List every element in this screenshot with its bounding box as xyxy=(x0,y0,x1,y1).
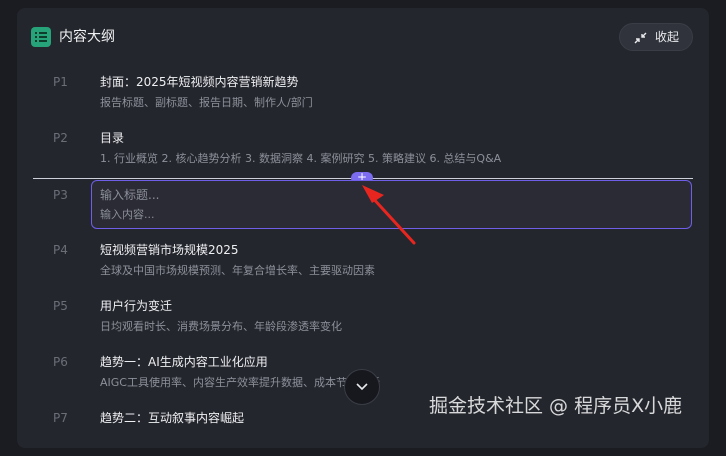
page-number: P4 xyxy=(53,243,68,257)
page-number: P6 xyxy=(53,355,68,369)
outline-item-p1[interactable]: P1 封面：2025年短视频内容营销新趋势 报告标题、副标题、报告日期、制作人/… xyxy=(17,70,709,120)
item-title: 趋势一：AI生成内容工业化应用 xyxy=(100,355,268,369)
content-input[interactable] xyxy=(100,207,500,223)
collapse-label: 收起 xyxy=(655,30,680,44)
page-number: P3 xyxy=(53,188,68,202)
panel-header: 内容大纲 收起 xyxy=(17,8,709,64)
annotation-arrow-icon xyxy=(362,185,416,245)
page-number: P7 xyxy=(53,411,68,425)
item-description: AIGC工具使用率、内容生产效率提升数据、成本节约分析 xyxy=(100,376,380,389)
outline-item-p5[interactable]: P5 用户行为变迁 日均观看时长、消费场景分布、年龄段渗透率变化 xyxy=(17,294,709,344)
collapse-button[interactable]: 收起 xyxy=(619,23,693,51)
outline-list-icon xyxy=(31,27,51,47)
watermark: 掘金技术社区 @ 程序员X小鹿 xyxy=(429,395,683,417)
page-number: P5 xyxy=(53,299,68,313)
page-number: P2 xyxy=(53,131,68,145)
item-description: 报告标题、副标题、报告日期、制作人/部门 xyxy=(100,96,313,109)
page-number: P1 xyxy=(53,75,68,89)
scroll-down-button[interactable] xyxy=(344,369,380,405)
item-title: 用户行为变迁 xyxy=(100,299,173,313)
item-title: 封面：2025年短视频内容营销新趋势 xyxy=(100,75,299,89)
item-description: 1. 行业概览 2. 核心趋势分析 3. 数据洞察 4. 案例研究 5. 策略建… xyxy=(100,152,502,165)
item-title: 目录 xyxy=(100,131,125,145)
item-description: 全球及中国市场规模预测、年复合增长率、主要驱动因素 xyxy=(100,264,375,277)
item-title: 趋势二：互动叙事内容崛起 xyxy=(100,411,245,425)
collapse-arrows-icon xyxy=(634,32,647,44)
chevron-down-icon xyxy=(356,383,368,391)
panel-title: 内容大纲 xyxy=(59,29,115,45)
item-description: 日均观看时长、消费场景分布、年龄段渗透率变化 xyxy=(100,320,342,333)
item-title: 短视频营销市场规模2025 xyxy=(100,243,239,257)
title-input[interactable] xyxy=(100,187,500,203)
